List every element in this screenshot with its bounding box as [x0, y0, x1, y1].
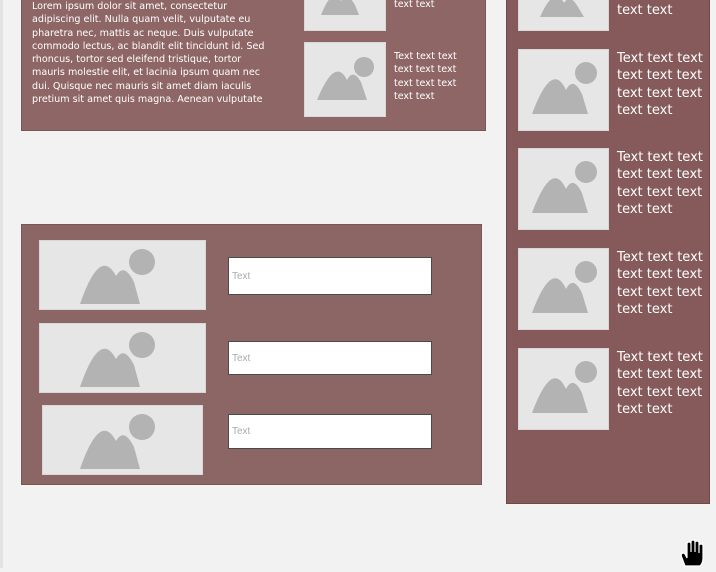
sidebar-card-text: Text text text text text text text text … — [617, 150, 703, 217]
image-placeholder-icon — [518, 148, 609, 230]
image-placeholder-icon — [39, 240, 206, 310]
sidebar-card-text: Text text text text text text text text … — [617, 51, 703, 118]
image-placeholder-icon — [518, 248, 609, 330]
image-placeholder-icon — [518, 0, 609, 31]
image-placeholder-icon — [39, 323, 206, 393]
image-placeholder-icon — [42, 405, 203, 475]
text-input-1[interactable] — [228, 257, 432, 295]
image-placeholder-icon — [304, 0, 386, 31]
image-placeholder-icon — [304, 42, 386, 117]
text-input-3[interactable] — [228, 414, 432, 449]
hand-cursor-icon — [676, 538, 706, 568]
sidebar-card-text: text text — [617, 3, 673, 18]
card-text: text text — [394, 0, 435, 10]
lorem-paragraph: Lorem ipsum dolor sit amet, consectetur … — [32, 1, 265, 106]
card-text: Text text text text text text text text … — [394, 51, 457, 102]
sidebar-card-text: Text text text text text text text text … — [617, 350, 703, 417]
text-input-2[interactable] — [228, 341, 432, 375]
page-left-border — [0, 0, 3, 568]
sidebar-card-text: Text text text text text text text text … — [617, 250, 703, 317]
image-placeholder-icon — [518, 49, 609, 131]
image-placeholder-icon — [518, 348, 609, 430]
